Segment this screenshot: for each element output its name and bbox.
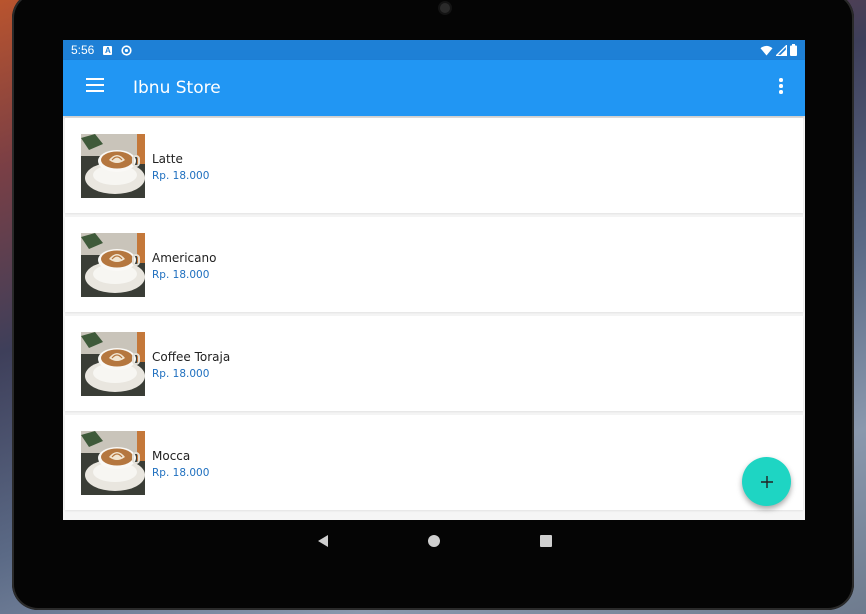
product-image: [81, 134, 145, 198]
sync-icon: [121, 44, 132, 56]
app-title: Ibnu Store: [133, 78, 221, 98]
product-image: [81, 233, 145, 297]
product-name: Coffee Toraja: [152, 350, 231, 364]
add-product-button[interactable]: [742, 457, 791, 506]
more-vert-icon[interactable]: [777, 78, 785, 94]
home-icon[interactable]: [428, 535, 440, 547]
product-list: Latte Rp. 18.000 Americano Rp. 18.000 Co…: [63, 116, 805, 510]
app-bar: Ibnu Store: [63, 60, 805, 116]
product-name: Latte: [152, 152, 183, 166]
battery-icon: [790, 44, 797, 56]
navigation-bar: [0, 520, 866, 560]
status-time: 5:56: [71, 43, 95, 57]
list-item[interactable]: Mocca Rp. 18.000: [65, 415, 803, 510]
product-price: Rp. 18.000: [152, 170, 210, 182]
product-price: Rp. 18.000: [152, 467, 210, 479]
list-item[interactable]: Latte Rp. 18.000: [65, 118, 803, 213]
status-bar: 5:56 A: [63, 40, 805, 60]
product-price: Rp. 18.000: [152, 269, 210, 281]
a-icon: A: [103, 45, 113, 55]
signal-icon: [776, 44, 787, 56]
product-price: Rp. 18.000: [152, 368, 210, 380]
product-name: Mocca: [152, 449, 191, 463]
wifi-icon: [760, 45, 773, 55]
plus-icon: [760, 475, 773, 488]
recents-icon[interactable]: [540, 535, 552, 547]
back-icon[interactable]: [316, 534, 330, 548]
front-camera: [440, 3, 450, 13]
product-image: [81, 332, 145, 396]
app-screen: 5:56 A Ibnu Store Latte Rp. 18.000 Ameri…: [63, 40, 805, 520]
product-name: Americano: [152, 251, 217, 265]
list-item[interactable]: Coffee Toraja Rp. 18.000: [65, 316, 803, 411]
product-image: [81, 431, 145, 495]
list-item[interactable]: Americano Rp. 18.000: [65, 217, 803, 312]
hamburger-menu-icon[interactable]: [86, 78, 104, 92]
